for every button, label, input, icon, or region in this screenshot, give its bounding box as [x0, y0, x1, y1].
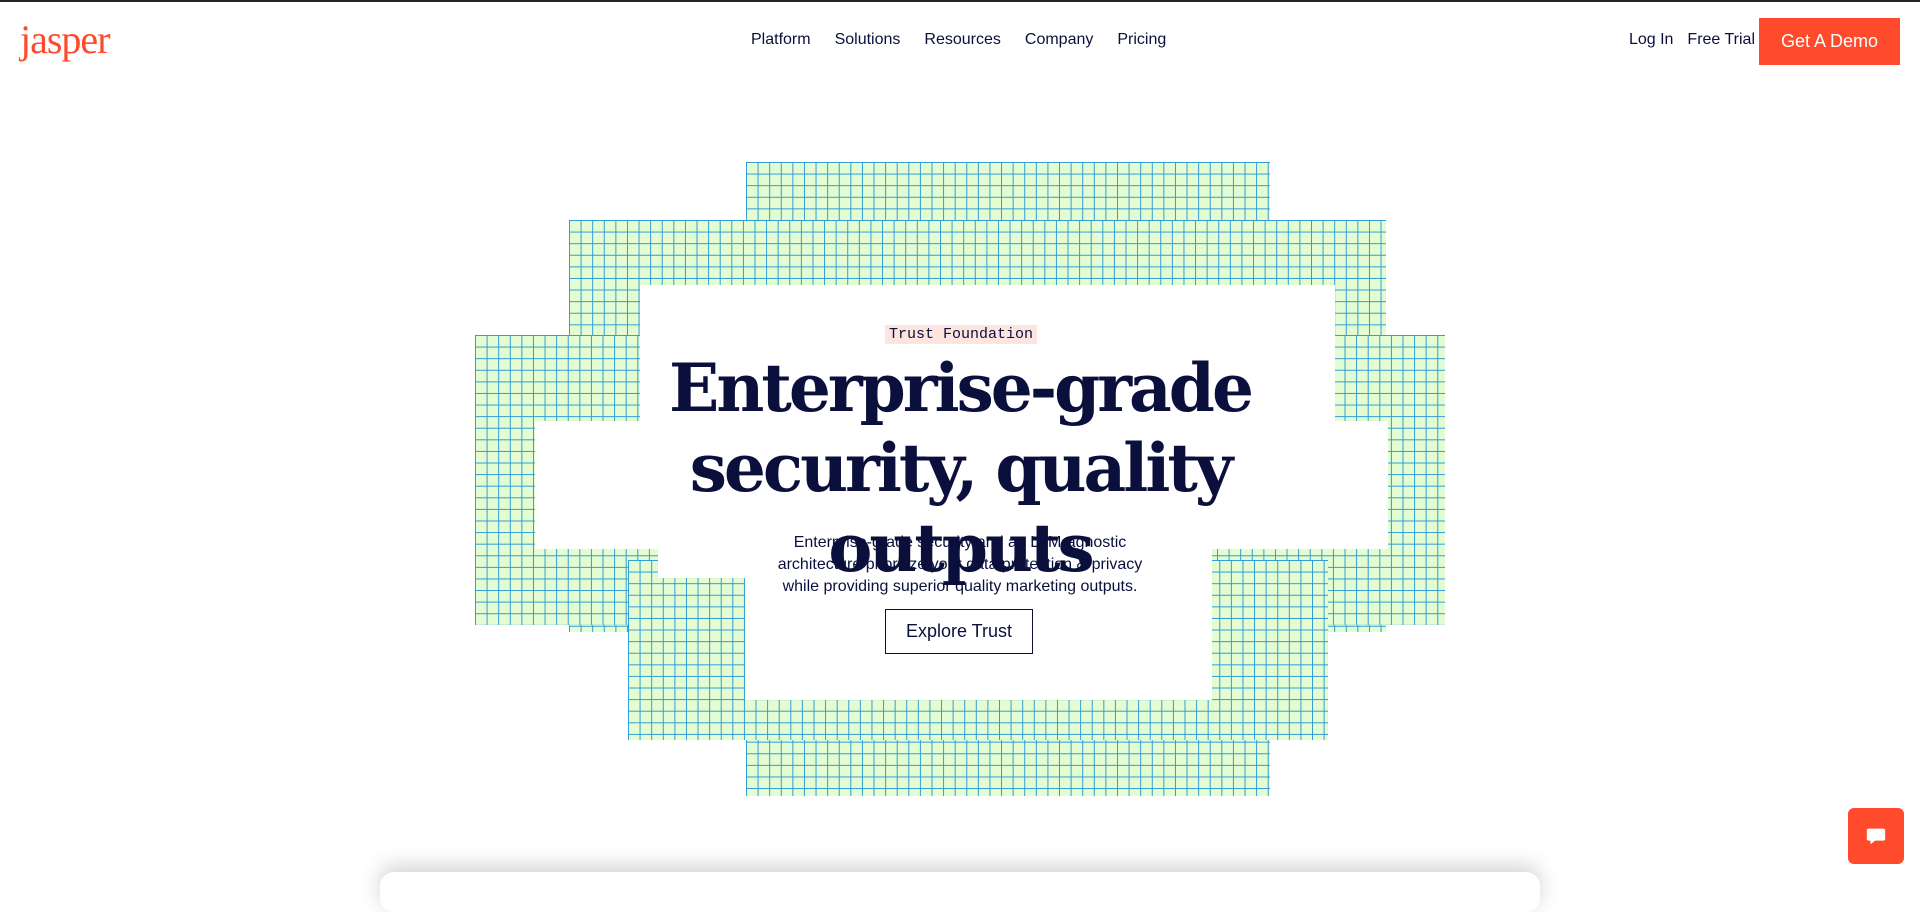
subtext-line: while providing superior quality marketi… — [782, 578, 1138, 595]
subtext-line: Enterprise-grade security and an LLM-agn… — [793, 534, 1127, 551]
explore-trust-button[interactable]: Explore Trust — [885, 609, 1033, 654]
hero-section: Trust Foundation Enterprise-grade securi… — [0, 0, 1920, 880]
subtext-line: architecture prioritize your data protec… — [777, 556, 1143, 573]
chat-launcher-button[interactable] — [1848, 808, 1904, 864]
eyebrow-badge: Trust Foundation — [885, 325, 1038, 344]
chat-bubble-icon — [1866, 828, 1886, 845]
hero-description: Enterprise-grade security and an LLM-agn… — [760, 532, 1160, 598]
headline-line: Enterprise-grade — [669, 349, 1254, 427]
next-section-card — [380, 872, 1540, 912]
